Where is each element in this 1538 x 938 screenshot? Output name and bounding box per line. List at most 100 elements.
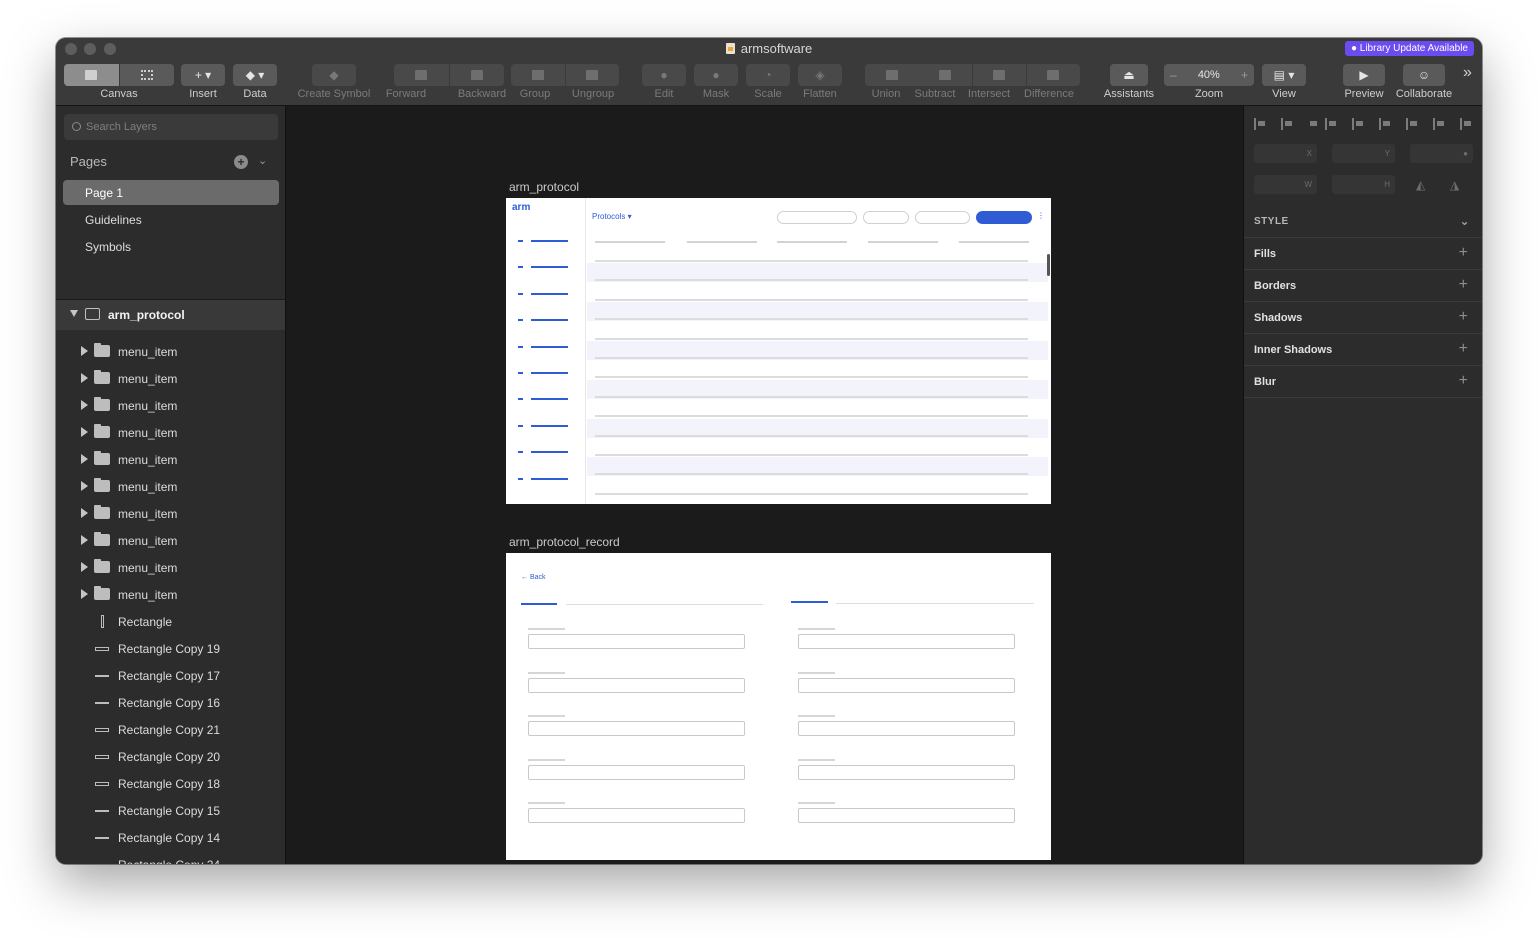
- mask-button[interactable]: ● Mask: [694, 64, 738, 100]
- chevron-down-icon[interactable]: ⌄: [1459, 214, 1470, 228]
- ungroup-icon[interactable]: [565, 64, 619, 86]
- style-section-header[interactable]: STYLE ⌄: [1254, 214, 1474, 228]
- layer-group-row[interactable]: menu_item: [56, 392, 285, 419]
- page-item-guidelines[interactable]: Guidelines: [63, 207, 279, 232]
- x-field[interactable]: X: [1254, 144, 1317, 163]
- add-page-icon[interactable]: +: [234, 155, 248, 169]
- difference-icon[interactable]: [1026, 64, 1080, 86]
- page-item-page-1[interactable]: Page 1: [63, 180, 279, 205]
- align-hcenter-icon[interactable]: [1379, 118, 1393, 130]
- flip-vertical-icon[interactable]: ◮: [1450, 178, 1459, 192]
- style-section-inner-shadows[interactable]: Inner Shadows +: [1244, 333, 1482, 365]
- layer-rectangle-row[interactable]: Rectangle Copy 17: [56, 662, 285, 689]
- disclosure-triangle-icon[interactable]: [81, 589, 88, 599]
- forward-icon[interactable]: [394, 64, 449, 86]
- layer-group-row[interactable]: menu_item: [56, 554, 285, 581]
- intersect-icon[interactable]: [972, 64, 1026, 86]
- y-field[interactable]: Y: [1332, 144, 1395, 163]
- align-bottom-icon[interactable]: [1460, 118, 1474, 130]
- collaborate-button[interactable]: ☺ Collaborate: [1396, 64, 1452, 100]
- disclosure-triangle-icon[interactable]: [81, 481, 88, 491]
- backward-icon[interactable]: [449, 64, 504, 86]
- layer-rectangle-row[interactable]: Rectangle Copy 20: [56, 743, 285, 770]
- layer-rectangle-row[interactable]: Rectangle Copy 19: [56, 635, 285, 662]
- folder-icon: [94, 478, 110, 492]
- collapse-pages-chevron-icon[interactable]: ⌄: [258, 154, 267, 167]
- rotation-field[interactable]: ●: [1410, 144, 1473, 163]
- align-right-icon[interactable]: [1325, 118, 1339, 130]
- add-icon[interactable]: +: [1459, 340, 1468, 358]
- layer-group-row[interactable]: menu_item: [56, 473, 285, 500]
- view-button[interactable]: ▤ ▾ View: [1262, 64, 1306, 100]
- add-icon[interactable]: +: [1459, 244, 1468, 262]
- create-symbol-button[interactable]: ◆ Create Symbol: [298, 64, 370, 100]
- library-update-badge[interactable]: ● Library Update Available: [1344, 41, 1474, 56]
- align-vmiddle-icon[interactable]: [1433, 118, 1447, 130]
- style-section-fills[interactable]: Fills +: [1244, 237, 1482, 269]
- zoom-out-icon[interactable]: –: [1170, 68, 1177, 82]
- align-left-icon[interactable]: [1254, 118, 1268, 130]
- style-section-borders[interactable]: Borders +: [1244, 269, 1482, 301]
- height-field[interactable]: H: [1332, 175, 1395, 194]
- canvas-tool[interactable]: Canvas: [64, 64, 174, 100]
- layer-rectangle-row[interactable]: Rectangle Copy 24: [56, 851, 285, 864]
- disclosure-triangle-icon[interactable]: [81, 508, 88, 518]
- layer-group-row[interactable]: menu_item: [56, 419, 285, 446]
- add-icon[interactable]: +: [1459, 308, 1468, 326]
- align-middle-icon[interactable]: [1352, 118, 1366, 130]
- toolbar-overflow-icon[interactable]: »: [1463, 64, 1472, 82]
- align-top-icon[interactable]: [1406, 118, 1420, 130]
- artboard-layer-arm-protocol[interactable]: arm_protocol: [56, 300, 285, 330]
- canvas[interactable]: arm_protocol arm Protocols ▾ ⋮ arm_proto…: [287, 106, 1243, 864]
- search-layers-input[interactable]: Search Layers: [64, 114, 278, 140]
- layer-group-row[interactable]: menu_item: [56, 527, 285, 554]
- scale-button[interactable]: ◔ Scale: [746, 64, 790, 100]
- disclosure-triangle-icon[interactable]: [81, 562, 88, 572]
- artboard-title-arm-protocol[interactable]: arm_protocol: [509, 180, 579, 194]
- canvas-view-icon[interactable]: [64, 64, 119, 86]
- page-item-symbols[interactable]: Symbols: [63, 234, 279, 259]
- assistants-button[interactable]: ⏏ Assistants: [1104, 64, 1154, 100]
- disclosure-triangle-icon[interactable]: [81, 373, 88, 383]
- layer-label: menu_item: [118, 372, 178, 386]
- grid-view-icon[interactable]: [119, 64, 174, 86]
- preview-button[interactable]: ▶ Preview: [1343, 64, 1385, 100]
- disclosure-triangle-icon[interactable]: [81, 427, 88, 437]
- data-button[interactable]: ◆ ▾ Data: [233, 64, 277, 100]
- layer-group-row[interactable]: menu_item: [56, 338, 285, 365]
- group-icon[interactable]: [511, 64, 565, 86]
- flatten-button[interactable]: ◈ Flatten: [798, 64, 842, 100]
- union-icon[interactable]: [865, 64, 919, 86]
- flip-horizontal-icon[interactable]: ◭: [1416, 178, 1425, 192]
- artboard-arm-protocol-record[interactable]: ← Back: [506, 553, 1051, 860]
- add-icon[interactable]: +: [1459, 276, 1468, 294]
- add-icon[interactable]: +: [1459, 372, 1468, 390]
- layer-rectangle-row[interactable]: Rectangle Copy 16: [56, 689, 285, 716]
- width-field[interactable]: W: [1254, 175, 1317, 194]
- zoom-in-icon[interactable]: +: [1241, 68, 1248, 82]
- layer-group-row[interactable]: menu_item: [56, 446, 285, 473]
- artboard-arm-protocol[interactable]: arm Protocols ▾ ⋮: [506, 198, 1051, 504]
- layer-rectangle-row[interactable]: Rectangle Copy 15: [56, 797, 285, 824]
- layer-rectangle-row[interactable]: Rectangle Copy 14: [56, 824, 285, 851]
- layer-group-row[interactable]: menu_item: [56, 365, 285, 392]
- zoom-control[interactable]: – 40% + Zoom: [1164, 64, 1254, 100]
- insert-button[interactable]: + ▾ Insert: [181, 64, 225, 100]
- style-section-blur[interactable]: Blur +: [1244, 365, 1482, 397]
- layer-rectangle-row[interactable]: Rectangle Copy 18: [56, 770, 285, 797]
- disclosure-triangle-icon[interactable]: [81, 346, 88, 356]
- layer-rectangle-row[interactable]: Rectangle Copy 21: [56, 716, 285, 743]
- subtract-icon[interactable]: [918, 64, 972, 86]
- style-section-shadows[interactable]: Shadows +: [1244, 301, 1482, 333]
- align-center-h-icon[interactable]: [1281, 118, 1295, 130]
- disclosure-triangle-icon[interactable]: [81, 400, 88, 410]
- disclosure-triangle-icon[interactable]: [81, 535, 88, 545]
- disclosure-triangle-icon[interactable]: [70, 310, 78, 317]
- edit-button[interactable]: ● Edit: [642, 64, 686, 100]
- distribute-h-icon[interactable]: [1308, 118, 1317, 130]
- disclosure-triangle-icon[interactable]: [81, 454, 88, 464]
- layer-rectangle-row[interactable]: Rectangle: [56, 608, 285, 635]
- layer-group-row[interactable]: menu_item: [56, 500, 285, 527]
- artboard-title-arm-protocol-record[interactable]: arm_protocol_record: [509, 535, 620, 549]
- layer-group-row[interactable]: menu_item: [56, 581, 285, 608]
